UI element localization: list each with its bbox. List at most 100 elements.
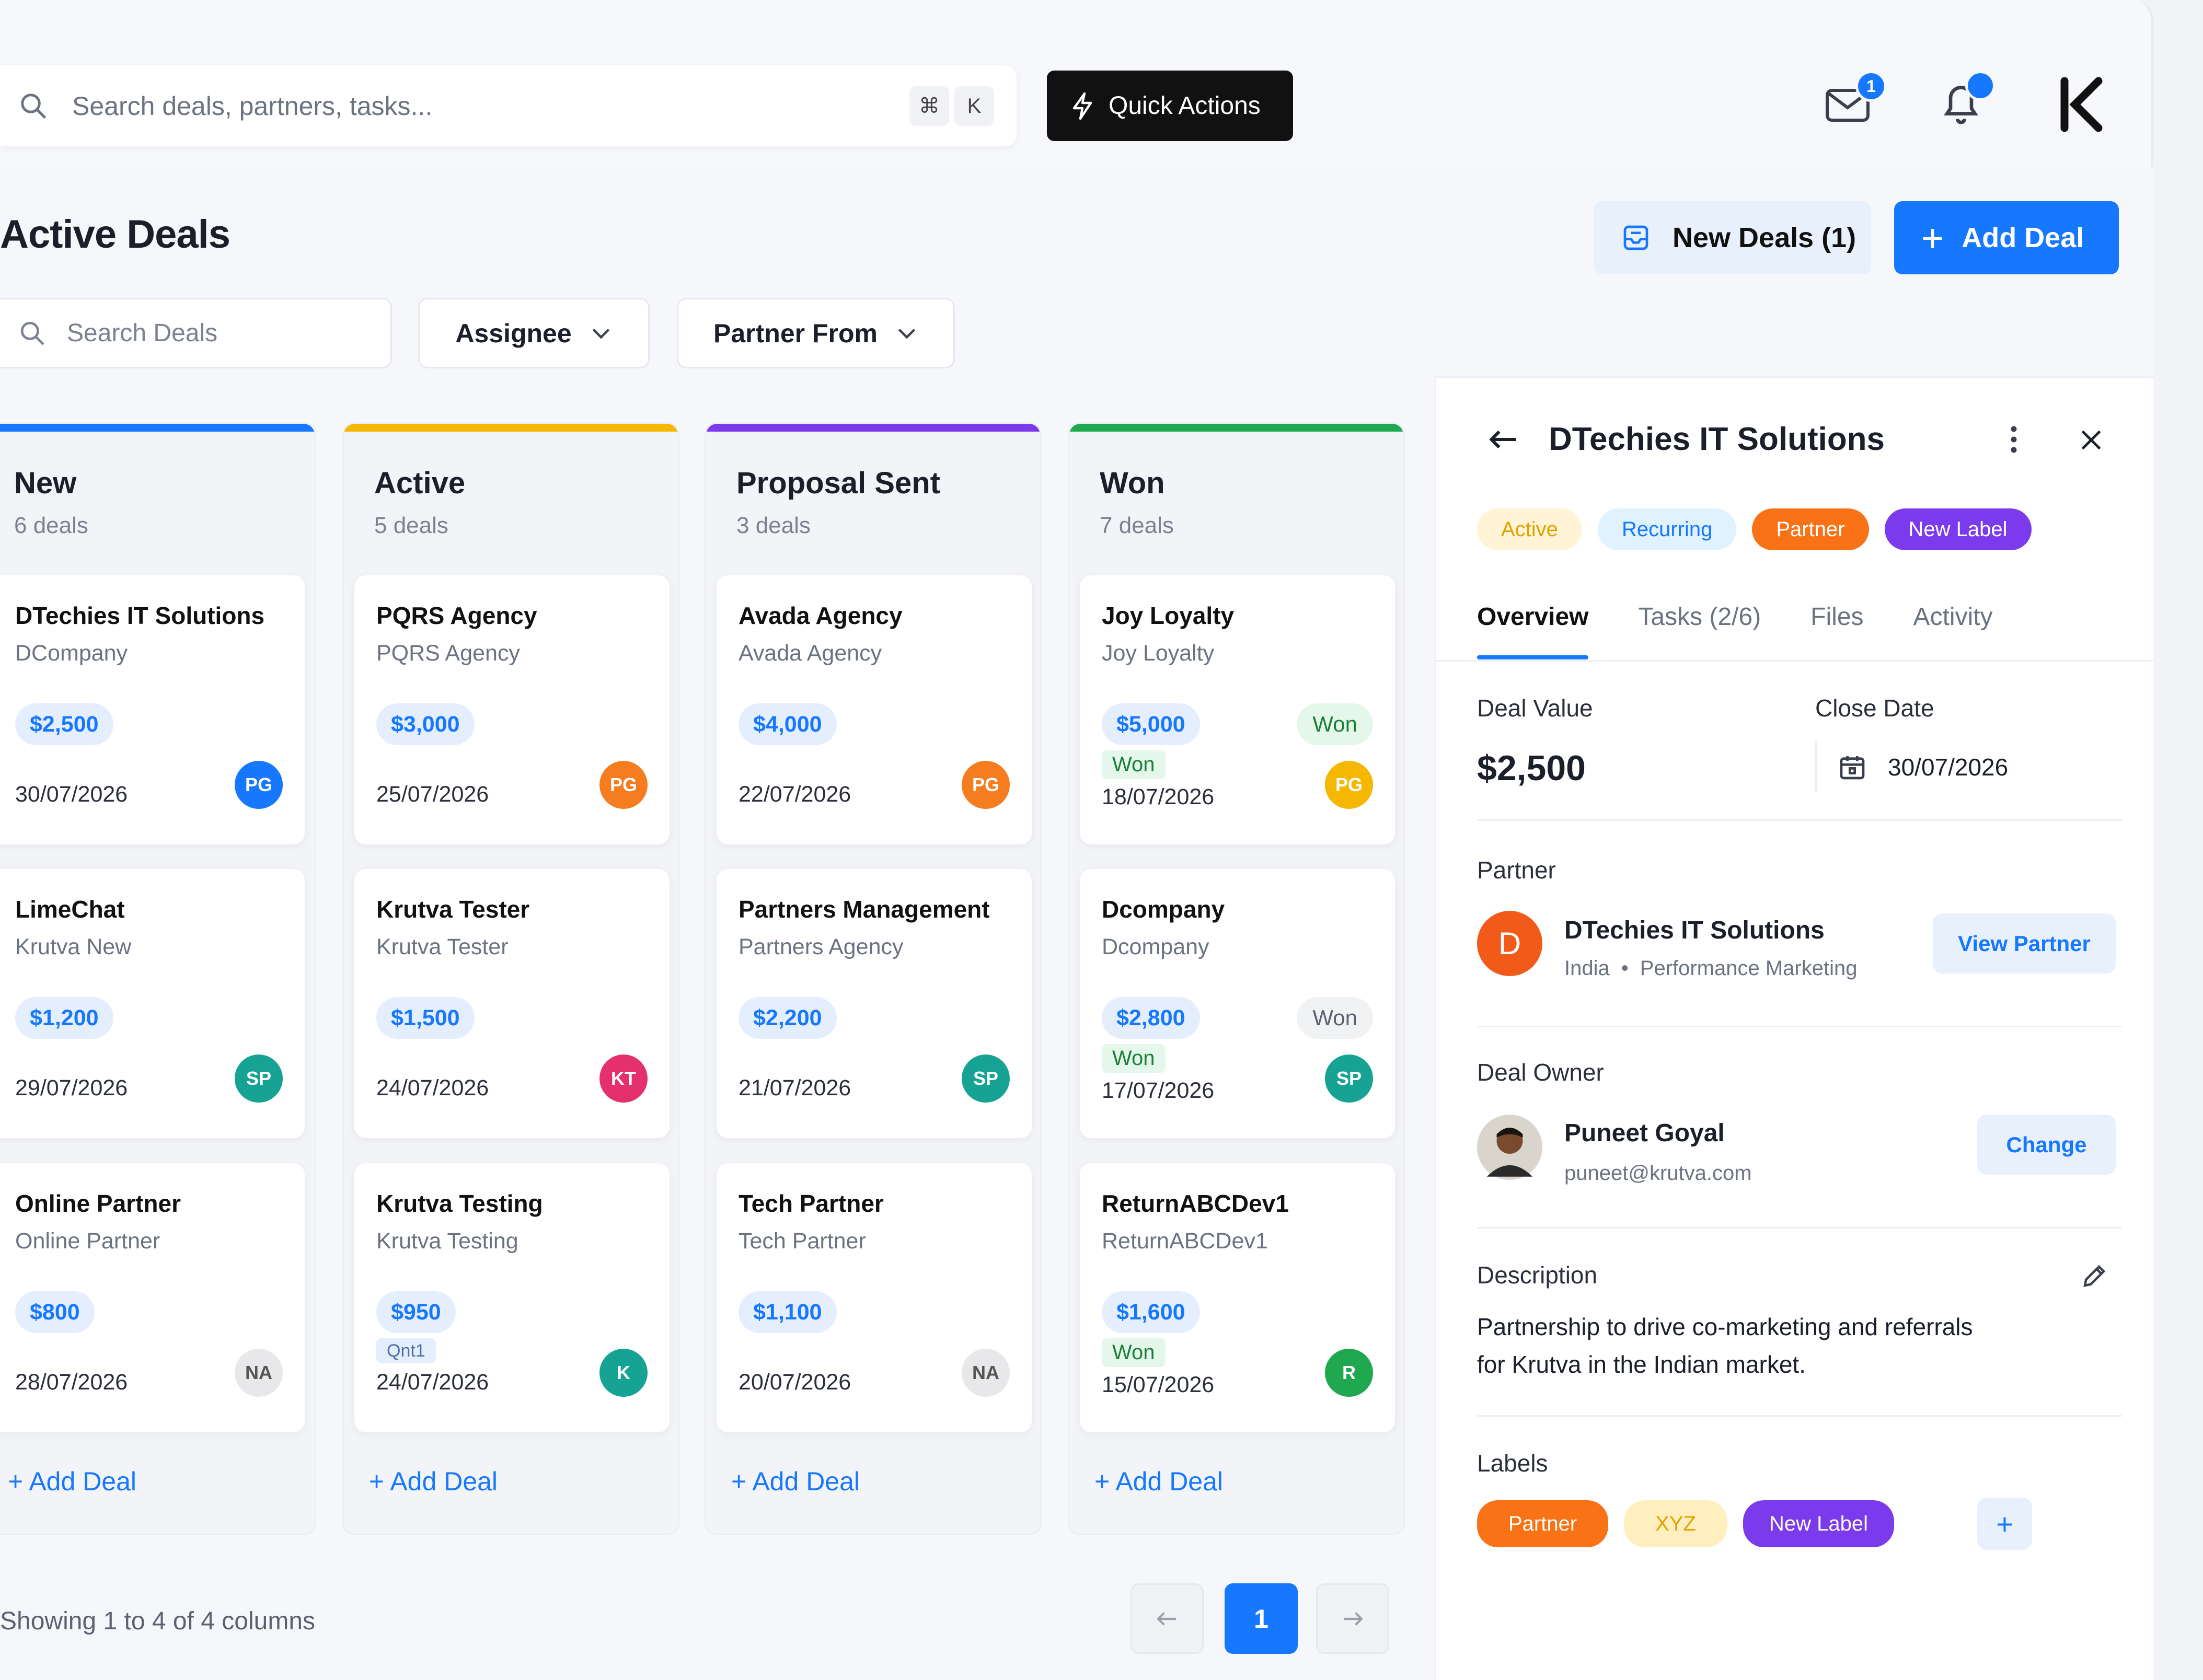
deal-name: DTechies IT Solutions [15,602,265,629]
page-1-button[interactable]: 1 [1225,1583,1298,1654]
deal-card[interactable]: Krutva Testing Krutva Testing $950 Qnt1 … [354,1163,670,1432]
deal-card[interactable]: LimeChat Krutva New $1,200 29/07/2026 SP [0,869,305,1138]
search-deals-placeholder: Search Deals [67,319,218,347]
won-status-badge: Won [1297,997,1373,1039]
add-deal-link[interactable]: + Add Deal [369,1466,498,1497]
assignee-avatar[interactable]: SP [235,1055,283,1103]
deal-card[interactable]: PQRS Agency PQRS Agency $3,000 25/07/202… [354,575,670,844]
assignee-avatar[interactable]: NA [962,1349,1010,1397]
add-deal-link[interactable]: + Add Deal [731,1466,860,1497]
deal-small-tag: Qnt1 [376,1338,436,1363]
deal-owner-label: Deal Owner [1477,1059,1604,1086]
tag-new-label[interactable]: New Label [1884,508,2032,550]
assignee-avatar[interactable]: PG [235,761,283,809]
deal-card[interactable]: Partners Management Partners Agency $2,2… [717,869,1032,1138]
label-xyz[interactable]: XYZ [1624,1500,1727,1547]
next-page-button[interactable] [1316,1583,1389,1654]
deal-date: 25/07/2026 [376,782,489,807]
assignee-avatar[interactable]: R [1325,1349,1373,1397]
deal-date: 30/07/2026 [15,782,128,807]
brand-logo [2060,77,2103,132]
tab-tasks[interactable]: Tasks (2/6) [1638,603,1761,631]
deal-card[interactable]: Krutva Tester Krutva Tester $1,500 24/07… [354,869,670,1138]
back-arrow-icon[interactable] [1487,427,1519,451]
new-deals-button[interactable]: New Deals (1) [1594,201,1871,274]
partner-country: India [1564,957,1610,980]
tag-recurring[interactable]: Recurring [1597,508,1737,550]
lightning-icon [1072,92,1092,120]
add-label-button[interactable]: + [1977,1498,2032,1550]
label-partner[interactable]: Partner [1477,1500,1609,1547]
add-deal-button[interactable]: + Add Deal [1894,201,2119,274]
labels-label: Labels [1477,1450,1548,1477]
deal-name: Krutva Testing [376,1190,543,1217]
column-new: New 6 deals DTechies IT Solutions DCompa… [0,422,316,1535]
add-deal-link[interactable]: + Add Deal [1094,1466,1223,1497]
partner-from-dropdown[interactable]: Partner From [677,298,955,368]
view-partner-button[interactable]: View Partner [1933,913,2116,974]
assignee-avatar[interactable]: PG [962,761,1010,809]
search-deals-input[interactable]: Search Deals [0,298,392,368]
deal-company: Dcompany [1102,934,1209,959]
notification-dot [1965,71,1996,101]
deal-name: Partners Management [739,896,990,923]
deal-detail-panel: DTechies IT Solutions Active Recurring P… [1435,376,2153,1680]
assignee-avatar[interactable]: SP [1325,1055,1373,1103]
partner-from-label: Partner From [713,318,878,348]
close-date-label: Close Date [1815,694,1934,722]
arrow-left-icon [1157,1612,1176,1626]
close-date-field[interactable]: 30/07/2026 [1815,741,2008,793]
deal-card[interactable]: Joy Loyalty Joy Loyalty $5,000 Won Won 1… [1080,575,1395,844]
assignee-avatar[interactable]: NA [235,1349,283,1397]
panel-title: DTechies IT Solutions [1549,421,1885,457]
column-color-bar [1069,424,1403,432]
close-icon[interactable] [2078,427,2104,453]
more-options-icon[interactable] [2010,424,2018,455]
assignee-avatar[interactable]: KT [599,1055,648,1103]
deal-card[interactable]: ReturnABCDev1 ReturnABCDev1 $1,600 Won 1… [1080,1163,1395,1432]
search-placeholder: Search deals, partners, tasks... [72,91,433,121]
assignee-dropdown[interactable]: Assignee [418,298,650,368]
deal-value-badge: $2,200 [739,997,837,1039]
deal-date: 22/07/2026 [739,782,851,807]
assignee-avatar[interactable]: PG [599,761,648,809]
tab-files[interactable]: Files [1810,603,1863,631]
deal-card[interactable]: Dcompany Dcompany $2,800 Won Won 17/07/2… [1080,869,1395,1138]
global-search-input[interactable]: Search deals, partners, tasks... ⌘ K [0,65,1017,146]
deal-value-badge: $2,800 [1102,997,1200,1039]
column-count: 7 deals [1100,513,1174,538]
tag-active[interactable]: Active [1477,508,1582,550]
label-new-label[interactable]: New Label [1743,1500,1894,1547]
column-color-bar [0,424,315,432]
deal-card[interactable]: Online Partner Online Partner $800 28/07… [0,1163,305,1432]
tab-activity[interactable]: Activity [1913,603,1993,631]
deal-company: Krutva Tester [376,934,509,959]
arrow-right-icon [1344,1612,1363,1626]
deal-card[interactable]: Tech Partner Tech Partner $1,100 20/07/2… [717,1163,1032,1432]
edit-pencil-icon[interactable] [2080,1262,2108,1290]
prev-page-button[interactable] [1131,1583,1204,1654]
search-icon [20,321,44,345]
assignee-avatar[interactable]: SP [962,1055,1010,1103]
deal-value-badge: $2,500 [15,703,113,745]
add-deal-link[interactable]: + Add Deal [8,1466,136,1497]
change-owner-button[interactable]: Change [1977,1115,2116,1175]
deal-card[interactable]: DTechies IT Solutions DCompany $2,500 30… [0,575,305,844]
won-small-badge: Won [1102,1044,1166,1073]
deal-company: ReturnABCDev1 [1102,1229,1268,1254]
pagination-summary: Showing 1 to 4 of 4 columns [0,1607,316,1635]
deal-card[interactable]: Avada Agency Avada Agency $4,000 22/07/2… [717,575,1032,844]
partner-label: Partner [1477,856,1556,884]
calendar-icon [1840,756,1865,780]
won-status-badge: Won [1297,703,1373,745]
quick-actions-button[interactable]: Quick Actions [1047,71,1293,141]
deal-date: 29/07/2026 [15,1075,128,1100]
tag-partner[interactable]: Partner [1752,508,1869,550]
column-title: New [14,466,77,500]
deal-name: Krutva Tester [376,896,530,923]
section-divider [1477,819,2122,821]
tab-overview[interactable]: Overview [1477,603,1589,659]
assignee-avatar[interactable]: K [599,1349,648,1397]
assignee-avatar[interactable]: PG [1325,761,1373,809]
deal-date: 24/07/2026 [376,1370,489,1395]
